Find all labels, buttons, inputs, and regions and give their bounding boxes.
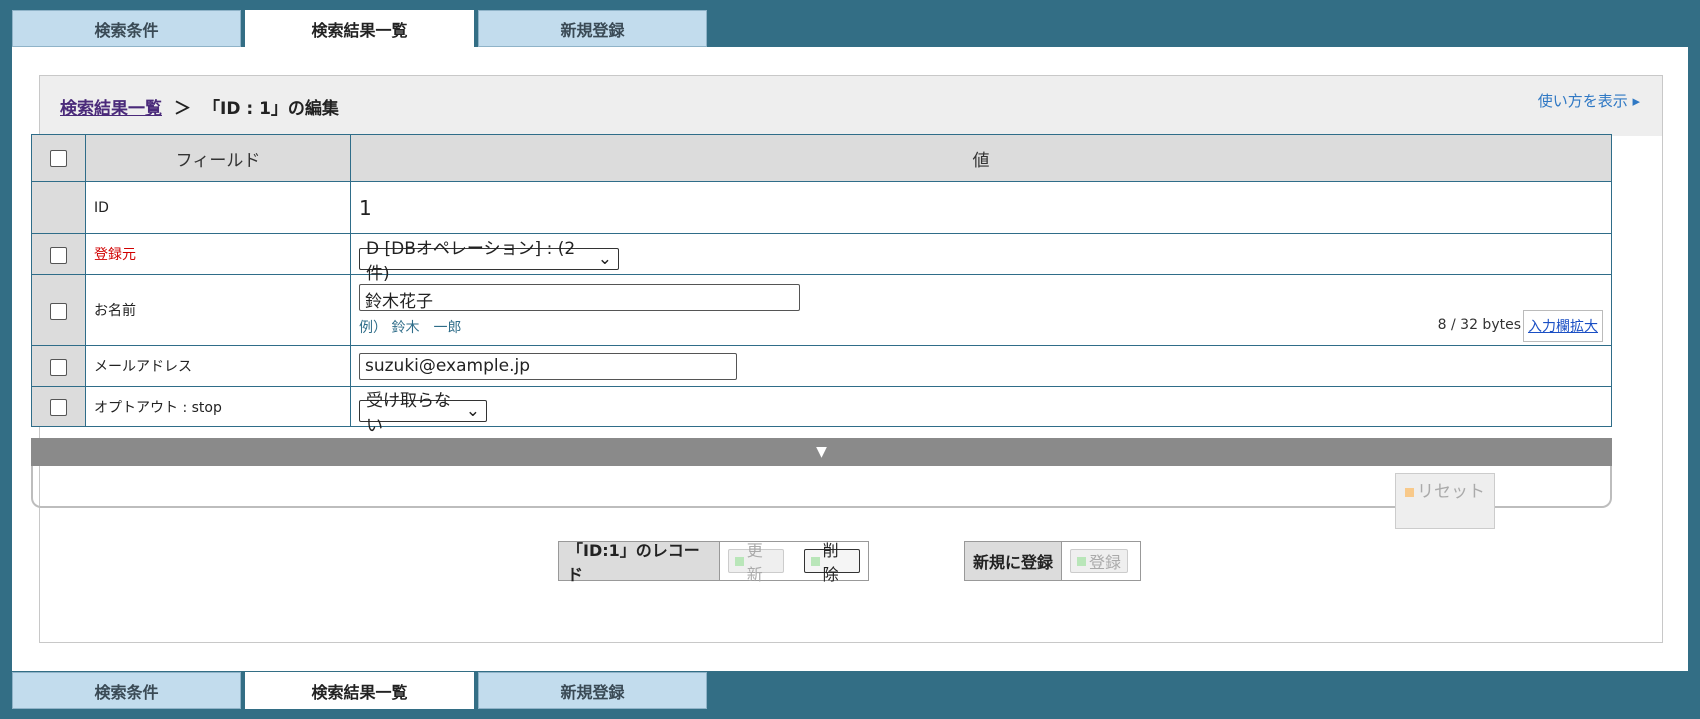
table-footer-frame [31, 466, 1612, 508]
value-cell-id: 1 [350, 181, 1612, 234]
record-actions-label: 「ID:1」のレコード [559, 541, 721, 584]
table-row-source: 登録元 D [DBオペレーション] : (2 件) ⌄ [31, 233, 1612, 284]
record-actions: 「ID:1」のレコード 更新 削除 [558, 541, 869, 584]
optout-select-value: 受け取らない [366, 391, 451, 436]
tab-search-conditions[interactable]: 検索条件 [12, 10, 241, 47]
table-row-optout: オプトアウト : stop 受け取らない ⌄ [31, 386, 1612, 436]
top-tab-bar: 検索条件 検索結果一覧 新規登録 [12, 10, 707, 47]
row-checkbox-cell [31, 233, 86, 275]
tab-search-results[interactable]: 検索結果一覧 [245, 10, 474, 47]
field-label-email: メールアドレス [85, 345, 351, 387]
square-icon [811, 556, 820, 566]
edit-table: フィールド 値 ID 1 登録元 D [DBオペレーション] : (2 件) ⌄… [31, 134, 1612, 436]
name-byte-counter: 8 / 32 bytes [1437, 317, 1521, 333]
select-all-checkbox[interactable] [50, 149, 67, 167]
square-icon [1077, 556, 1087, 566]
row-checkbox-cell [31, 386, 86, 427]
field-label-source: 登録元 [85, 233, 351, 275]
breadcrumb-link-search-results[interactable]: 検索結果一覧 [60, 94, 162, 119]
register-button-label: 登録 [1089, 553, 1122, 572]
row-checkbox-name[interactable] [50, 302, 67, 320]
main-area: 検索結果一覧 ＞ 「ID : 1」の編集 使い方を表示 ▸ フィールド 値 ID… [12, 47, 1688, 671]
source-select[interactable]: D [DBオペレーション] : (2 件) ⌄ [359, 239, 619, 284]
row-checkbox-email[interactable] [50, 358, 67, 376]
field-label-optout: オプトアウト : stop [85, 386, 351, 427]
tab-search-conditions-bottom[interactable]: 検索条件 [12, 672, 241, 709]
email-input[interactable]: suzuki@example.jp [359, 352, 737, 380]
delete-button-label: 削除 [822, 541, 839, 584]
tab-search-results-bottom[interactable]: 検索結果一覧 [245, 672, 474, 709]
column-header-field: フィールド [85, 134, 351, 182]
name-example-hint: 例） 鈴木 一郎 [359, 319, 462, 336]
value-cell-source: D [DBオペレーション] : (2 件) ⌄ [350, 233, 1612, 284]
show-usage-link[interactable]: 使い方を表示 ▸ [1538, 90, 1640, 111]
breadcrumb-separator: ＞ [174, 99, 191, 119]
header-checkbox-cell [31, 134, 86, 182]
value-cell-name: 鈴木花子 例） 鈴木 一郎 8 / 32 bytes 入力欄拡大 [350, 274, 1612, 346]
update-button[interactable]: 更新 [728, 541, 785, 584]
tab-new-registration-bottom[interactable]: 新規登録 [478, 672, 707, 709]
row-checkbox-cell [31, 274, 86, 346]
value-cell-optout: 受け取らない ⌄ [350, 386, 1612, 436]
register-button[interactable]: 登録 [1070, 549, 1129, 573]
triangle-down-icon: ▼ [816, 444, 827, 460]
bottom-tab-bar: 検索条件 検索結果一覧 新規登録 [12, 672, 707, 709]
panel-header: 検索結果一覧 ＞ 「ID : 1」の編集 使い方を表示 ▸ [40, 76, 1662, 136]
row-checkbox-optout[interactable] [50, 399, 67, 416]
delete-button[interactable]: 削除 [804, 541, 860, 584]
chevron-down-icon: ⌄ [597, 248, 612, 269]
tab-new-registration[interactable]: 新規登録 [478, 10, 707, 47]
table-row-id: ID 1 [31, 181, 1612, 234]
square-icon [1405, 487, 1414, 497]
field-label-id: ID [85, 181, 351, 234]
square-icon [735, 556, 744, 566]
reset-button[interactable]: リセット [1395, 473, 1495, 529]
optout-select[interactable]: 受け取らない ⌄ [359, 391, 487, 436]
table-row-name: お名前 鈴木花子 例） 鈴木 一郎 8 / 32 bytes 入力欄拡大 [31, 274, 1612, 346]
breadcrumb: 検索結果一覧 ＞ 「ID : 1」の編集 [60, 94, 339, 119]
table-row-email: メールアドレス suzuki@example.jp [31, 345, 1612, 387]
name-input[interactable]: 鈴木花子 [359, 283, 800, 312]
row-checkbox-cell [31, 345, 86, 387]
value-cell-email: suzuki@example.jp [350, 345, 1612, 387]
field-label-name: お名前 [85, 274, 351, 346]
row-checkbox-cell-empty [31, 181, 86, 234]
row-checkbox-source[interactable] [50, 246, 67, 264]
new-actions: 新規に登録 登録 [964, 541, 1141, 581]
id-value: 1 [359, 195, 372, 220]
column-header-value: 値 [350, 134, 1612, 182]
page-title: 「ID : 1」の編集 [203, 99, 339, 119]
reset-button-label: リセット [1417, 482, 1485, 502]
expand-input-button[interactable]: 入力欄拡大 [1523, 310, 1603, 342]
update-button-label: 更新 [746, 541, 763, 584]
collapse-toggle-bar[interactable]: ▼ [31, 438, 1612, 466]
chevron-down-icon: ⌄ [465, 401, 480, 421]
new-actions-label: 新規に登録 [965, 542, 1063, 580]
